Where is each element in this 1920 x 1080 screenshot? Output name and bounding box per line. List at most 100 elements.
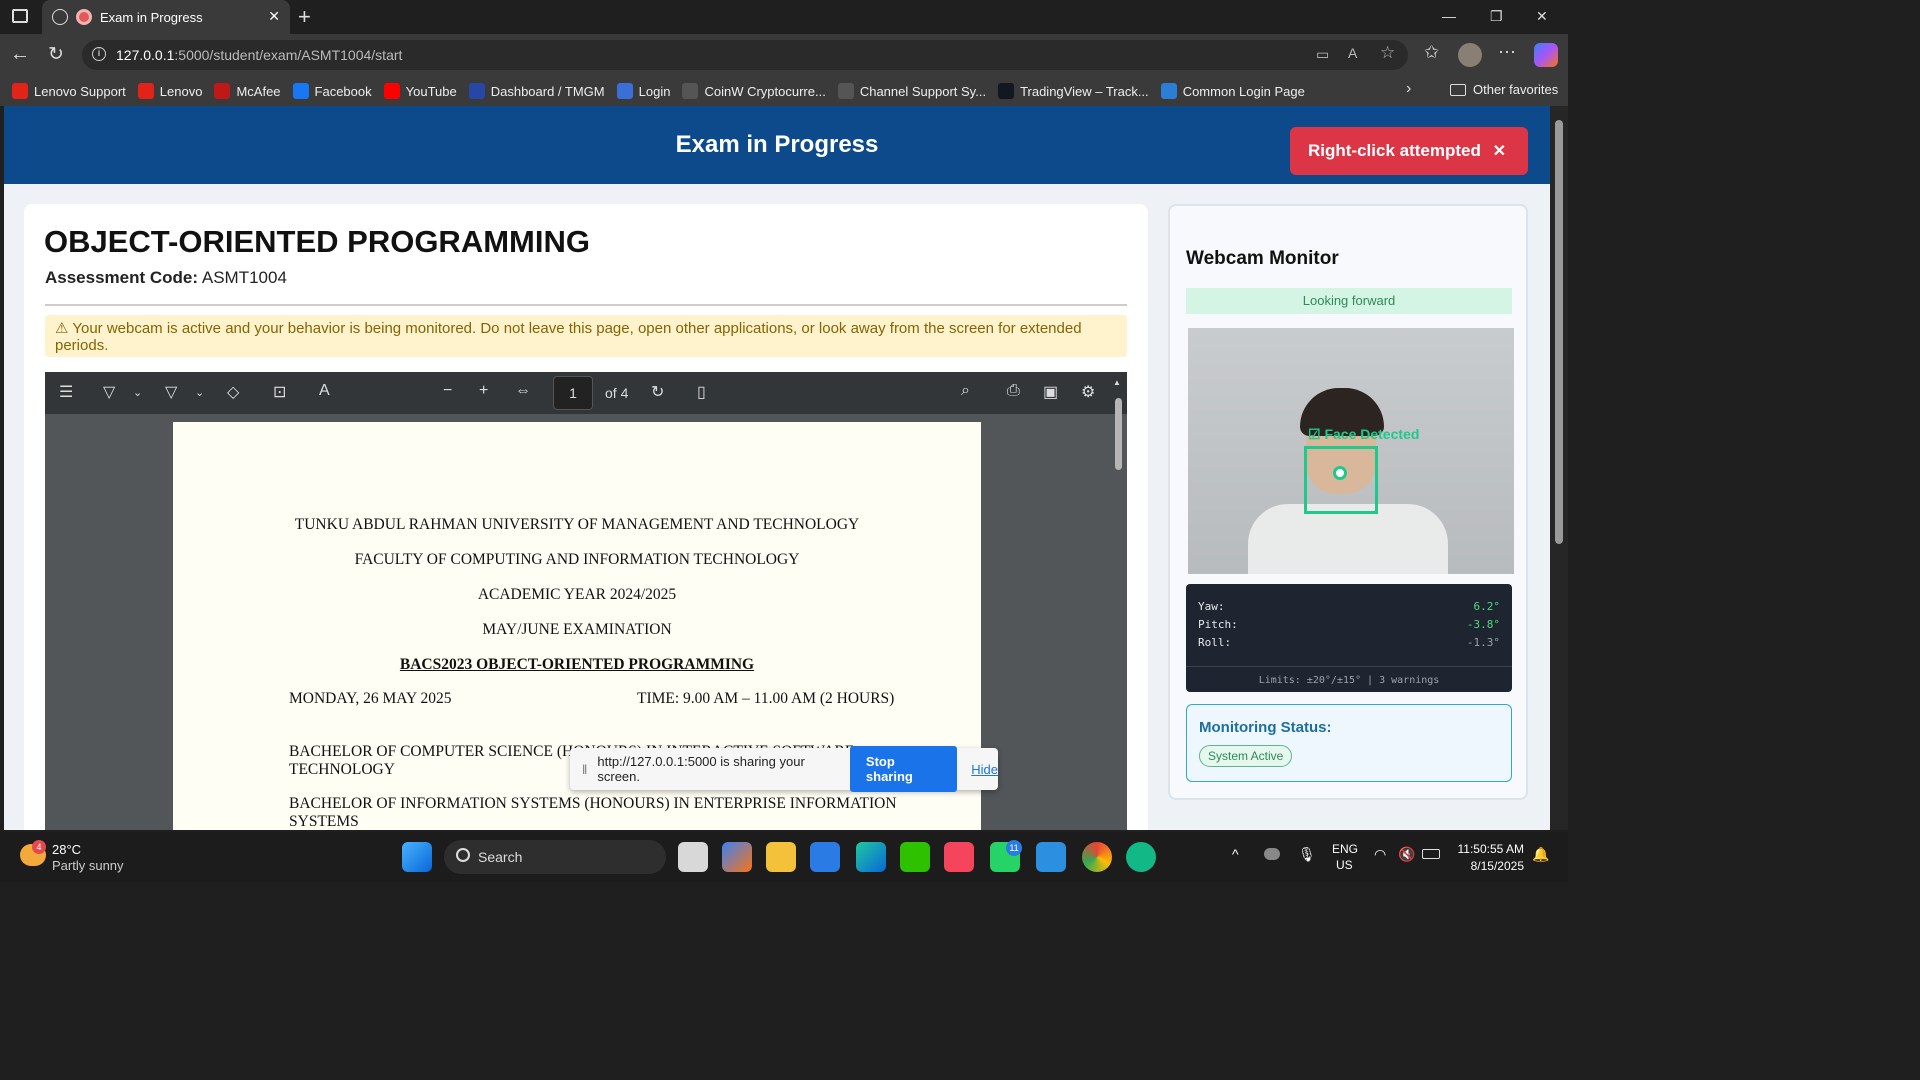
url-field[interactable]: i 127.0.0.1:5000/student/exam/ASMT1004/s…	[82, 40, 1408, 70]
chevron-down-icon[interactable]: ⌄	[133, 386, 142, 399]
system-clock[interactable]: 11:50:55 AM 8/15/2025	[1458, 842, 1525, 873]
rotate-icon[interactable]: ↻	[651, 382, 664, 402]
read-aloud-icon[interactable]: A	[319, 382, 330, 400]
print-icon[interactable]: ⎙	[1007, 382, 1020, 400]
info-icon[interactable]: i	[92, 47, 106, 61]
roll-label: Roll:	[1198, 636, 1232, 649]
bookmark-item[interactable]: Lenovo	[137, 83, 202, 99]
bookmark-item[interactable]: Dashboard / TMGM	[468, 83, 605, 99]
gaze-status: Looking forward	[1186, 288, 1512, 314]
refresh-icon[interactable]: ↻	[48, 43, 64, 66]
save-icon[interactable]: ▣	[1043, 382, 1058, 402]
pdf-scrollbar[interactable]: ▲	[1113, 378, 1123, 830]
close-window-icon[interactable]: ✕	[1536, 8, 1548, 25]
bookmark-item[interactable]: TradingView – Track...	[998, 83, 1149, 99]
drag-handle-icon[interactable]: ‖	[582, 762, 587, 777]
hide-share-bar-link[interactable]: Hide	[971, 762, 998, 777]
favorites-icon[interactable]: ✩	[1424, 42, 1439, 63]
stop-sharing-button[interactable]: Stop sharing	[849, 746, 958, 792]
globe-icon	[682, 83, 699, 99]
microphone-icon[interactable]: 🎙	[1298, 846, 1316, 863]
text-box-icon[interactable]: ⊡	[273, 382, 286, 402]
volume-mute-icon[interactable]: 🔇	[1398, 846, 1415, 863]
other-favorites-label: Other favorites	[1473, 82, 1559, 97]
search-icon[interactable]: ⌕	[961, 382, 970, 400]
wifi-icon[interactable]: ◠	[1374, 846, 1386, 863]
vscode-icon[interactable]	[1036, 842, 1066, 872]
network-alert-icon[interactable]	[1264, 848, 1280, 860]
taskbar-search[interactable]: Search	[444, 840, 666, 874]
camera-icon[interactable]: ▭	[1316, 46, 1329, 63]
mcafee-icon	[214, 83, 231, 99]
bookmark-item[interactable]: YouTube	[383, 83, 457, 99]
pdf-programme-2b: SYSTEMS	[289, 813, 359, 830]
chrome-icon[interactable]	[1082, 842, 1112, 872]
scroll-up-icon[interactable]: ▲	[1113, 378, 1121, 387]
start-icon[interactable]	[402, 842, 432, 872]
restore-icon[interactable]: ❐	[1490, 8, 1503, 25]
bookmark-label: Lenovo Support	[34, 83, 126, 99]
roll-value: -1.3°	[1466, 636, 1500, 649]
new-tab-button[interactable]: +	[298, 4, 311, 30]
fit-width-icon[interactable]: ⇔	[515, 382, 531, 400]
settings-gear-icon[interactable]: ⚙	[1081, 382, 1095, 402]
bookmark-item[interactable]: Lenovo Support	[12, 83, 126, 99]
yaw-label: Yaw:	[1198, 600, 1225, 613]
toast-close-icon[interactable]: ✕	[1493, 141, 1506, 161]
read-aloud-icon[interactable]: A	[1348, 45, 1357, 61]
profile-avatar[interactable]	[1458, 43, 1482, 67]
globe-icon	[52, 9, 68, 25]
page-scroll-thumb[interactable]	[1555, 120, 1563, 544]
share-message: http://127.0.0.1:5000 is sharing your sc…	[597, 754, 805, 784]
notification-bell-icon[interactable]: 🔔	[1532, 846, 1549, 863]
bookmark-item[interactable]: CoinW Cryptocurre...	[682, 83, 826, 99]
zoom-out-icon[interactable]: −	[443, 382, 452, 400]
page-scrollbar[interactable]	[1550, 106, 1568, 830]
bookmarks-overflow-icon[interactable]: ›	[1406, 80, 1411, 98]
app-icon[interactable]	[1126, 842, 1156, 872]
region-code[interactable]: US	[1336, 858, 1353, 872]
copilot-app-icon[interactable]	[722, 842, 752, 872]
sidebar-toggle-icon[interactable]	[12, 9, 28, 23]
bookmark-label: Dashboard / TMGM	[490, 83, 605, 99]
common-login-icon	[1160, 83, 1177, 99]
music-icon[interactable]	[944, 842, 974, 872]
active-tab[interactable]: Exam in Progress ✕	[42, 0, 290, 34]
scroll-thumb[interactable]	[1115, 398, 1122, 470]
zoom-in-icon[interactable]: +	[479, 382, 488, 400]
tradingview-icon	[998, 83, 1015, 99]
highlight-icon[interactable]: ▽	[103, 382, 115, 402]
bookmark-item[interactable]: McAfee	[214, 83, 281, 99]
wechat-icon[interactable]	[900, 842, 930, 872]
store-icon[interactable]	[810, 842, 840, 872]
bookmark-item[interactable]: Channel Support Sy...	[837, 83, 986, 99]
more-menu-icon[interactable]: ⋯	[1498, 42, 1516, 63]
whatsapp-badge: 11	[1006, 840, 1022, 856]
back-icon[interactable]: ←	[10, 43, 30, 66]
table-of-contents-icon[interactable]: ☰	[59, 382, 73, 402]
pitch-value: -3.8°	[1466, 618, 1500, 631]
copilot-icon[interactable]	[1534, 43, 1558, 67]
bookmark-item[interactable]: Login	[616, 83, 670, 99]
favorite-star-icon[interactable]: ☆	[1380, 43, 1395, 63]
clock-time: 11:50:55 AM	[1457, 842, 1525, 856]
edge-icon[interactable]	[856, 842, 886, 872]
other-favorites[interactable]: Other favorites	[1450, 82, 1558, 97]
close-tab-icon[interactable]: ✕	[268, 8, 280, 25]
bookmark-item[interactable]: Common Login Page	[1160, 83, 1305, 99]
draw-icon[interactable]: ▽	[165, 382, 177, 402]
chevron-down-icon[interactable]: ⌄	[195, 386, 204, 399]
language-code[interactable]: ENG	[1332, 842, 1358, 856]
eraser-icon[interactable]: ◇	[227, 382, 239, 402]
battery-icon[interactable]	[1422, 849, 1440, 859]
page-number-input[interactable]: 1	[553, 376, 593, 410]
exam-card: OBJECT-ORIENTED PROGRAMMING Assessment C…	[24, 204, 1148, 830]
task-view-icon[interactable]	[678, 842, 708, 872]
page-view-icon[interactable]: ▯	[697, 382, 706, 402]
bookmark-item[interactable]: Facebook	[292, 83, 372, 99]
tray-chevron-icon[interactable]: ^	[1232, 846, 1239, 862]
webcam-feed: ☑ Face Detected	[1188, 328, 1514, 574]
minimize-icon[interactable]: —	[1442, 8, 1456, 24]
pdf-faculty: FACULTY OF COMPUTING AND INFORMATION TEC…	[354, 551, 800, 568]
file-explorer-icon[interactable]	[766, 842, 796, 872]
